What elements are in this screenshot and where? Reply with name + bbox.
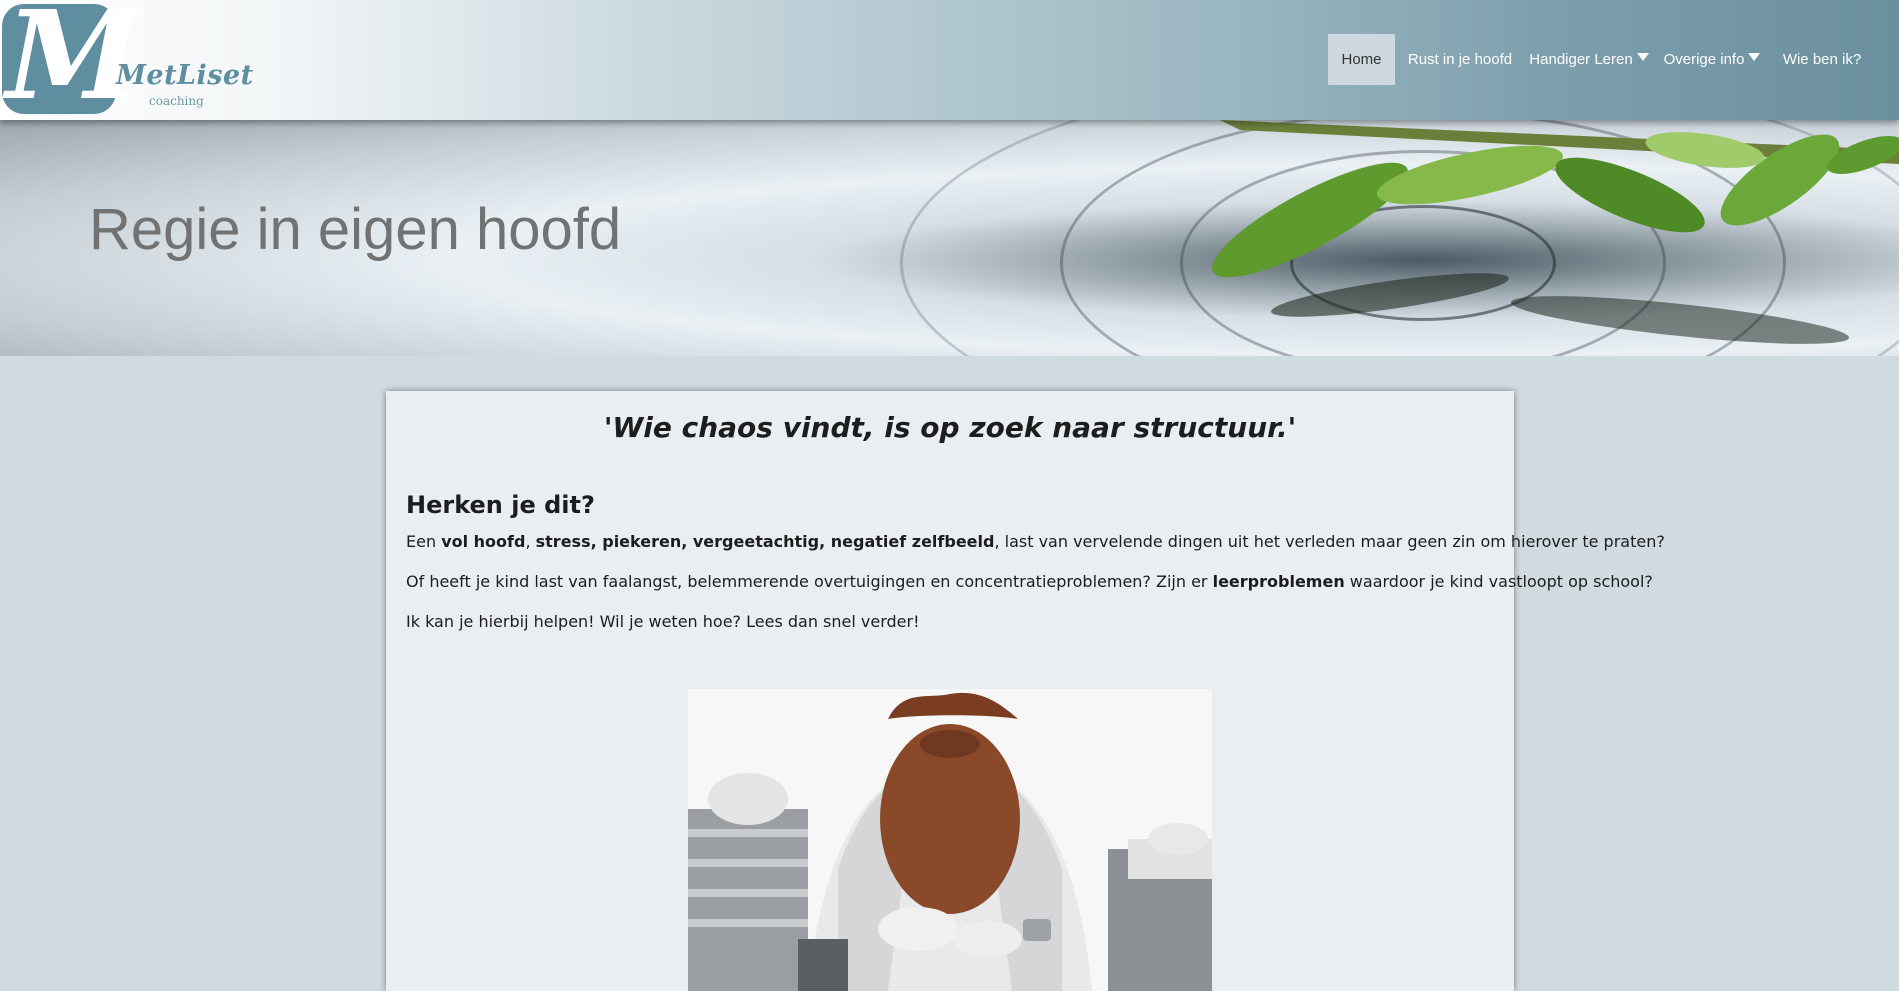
site-header: M MetLiset coaching Home Rust in je hoof… [0,0,1899,120]
leaves-image [1211,120,1899,344]
nav-item-home[interactable]: Home [1328,34,1395,85]
paragraph-child-problems: Of heeft je kind last van faalangst, bel… [406,572,1653,591]
logo-letter: M [6,0,142,127]
intro-quote: 'Wie chaos vindt, is op zoek naar struct… [603,411,1297,444]
nav-item-label: Overige info [1663,51,1745,68]
nav-item-handiger-leren[interactable]: Handiger Leren [1529,34,1649,85]
section-heading: Herken je dit? [406,491,595,519]
nav-item-overige-info[interactable]: Overige info [1662,34,1762,85]
nav-item-rust-in-je-hoofd[interactable]: Rust in je hoofd [1400,34,1520,85]
nav-item-label: Wie ben ik? [1782,51,1862,68]
nav-item-label: Rust in je hoofd [1407,51,1513,68]
logo-name: MetLiset [116,60,254,91]
nav-item-wie-ben-ik[interactable]: Wie ben ik? [1774,34,1870,85]
logo-subtitle: coaching [149,94,204,108]
site-logo[interactable]: M MetLiset coaching [0,0,253,127]
stressed-woman-photo [688,689,1212,991]
content-card: 'Wie chaos vindt, is op zoek naar struct… [386,391,1665,991]
nav-item-label: Handiger Leren [1529,51,1633,68]
paragraph-call-to-action: Ik kan je hierbij helpen! Wil je weten h… [406,612,920,631]
hero-banner: Regie in eigen hoofd [0,120,1899,356]
caret-down-icon [1748,52,1761,61]
caret-down-icon [1636,52,1649,61]
nav-item-label: Home [1341,51,1382,68]
paragraph-symptoms: Een vol hoofd, stress, piekeren, vergeet… [406,532,1665,551]
hero-title: Regie in eigen hoofd [89,197,622,262]
